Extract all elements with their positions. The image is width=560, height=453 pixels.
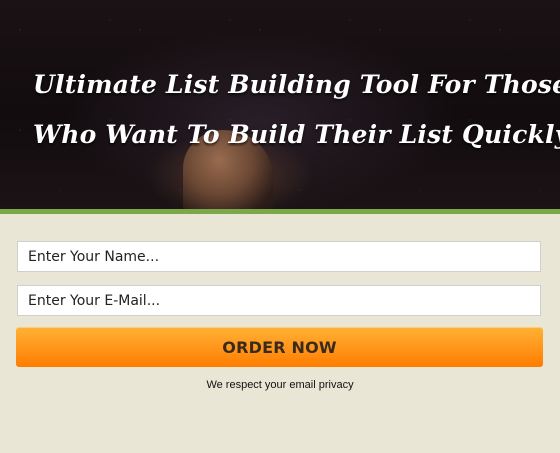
hero-banner: Ultimate List Building Tool For Those Wh… <box>0 0 560 209</box>
order-now-button[interactable]: ORDER NOW <box>16 327 543 367</box>
name-input[interactable] <box>17 241 541 272</box>
privacy-note: We respect your email privacy <box>206 379 354 391</box>
headline-line-1: Ultimate List Building Tool For Those <box>33 70 560 99</box>
optin-form: ORDER NOW We respect your email privacy <box>0 214 560 453</box>
email-input[interactable] <box>17 285 541 316</box>
headline-line-2: Who Want To Build Their List Quickly <box>33 120 560 149</box>
hero-headline: Ultimate List Building Tool For Those Wh… <box>33 60 560 160</box>
